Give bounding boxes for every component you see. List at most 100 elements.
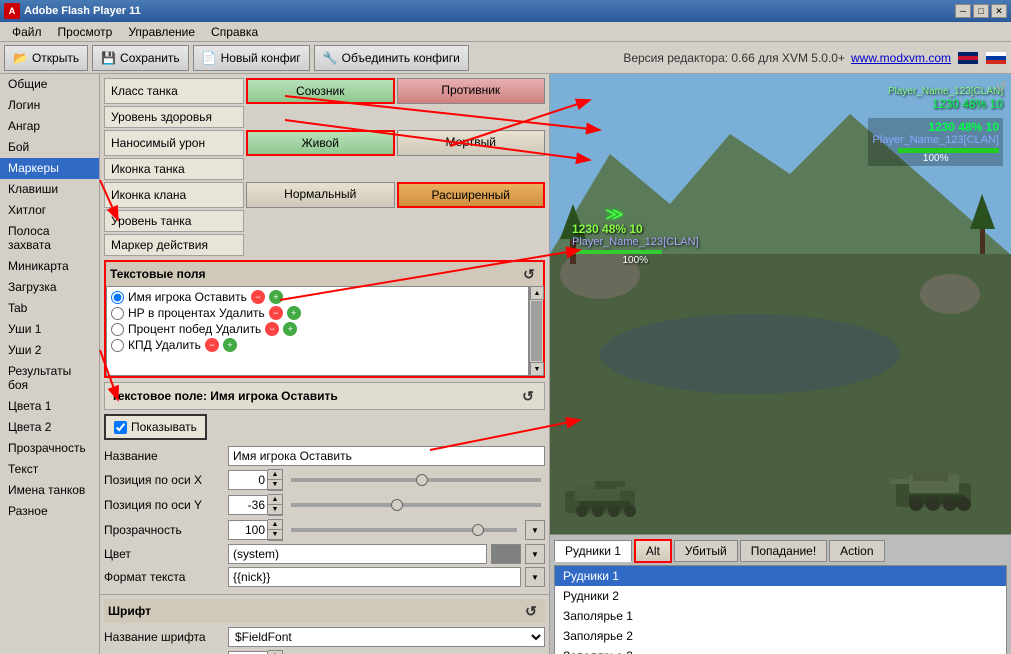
menu-help[interactable]: Справка — [203, 23, 266, 41]
extended-button[interactable]: Расширенный — [397, 182, 546, 208]
textfields-refresh-button[interactable]: ↺ — [519, 264, 539, 284]
sidebar-item-capture[interactable]: Полоса захвата — [0, 221, 99, 256]
opacity-dropdown-btn[interactable]: ▼ — [525, 520, 545, 540]
add-btn-winpct[interactable]: + — [283, 322, 297, 336]
sidebar-item-battle[interactable]: Бой — [0, 137, 99, 158]
menu-control[interactable]: Управление — [120, 23, 203, 41]
tab-hit[interactable]: Попадание! — [740, 540, 827, 562]
remove-btn-playername[interactable]: − — [251, 290, 265, 304]
tab-killed[interactable]: Убитый — [674, 540, 738, 562]
field-input-name[interactable] — [228, 446, 545, 466]
font-refresh-button[interactable]: ↺ — [521, 601, 541, 621]
sidebar-item-transparency[interactable]: Прозрачность — [0, 438, 99, 459]
list-item-rudniki1[interactable]: Рудники 1 — [555, 566, 1006, 586]
textfield-item-playername[interactable]: Имя игрока Оставить − + — [109, 289, 526, 305]
remove-btn-kpd[interactable]: − — [205, 338, 219, 352]
font-name-select[interactable]: $FieldFont — [228, 627, 545, 647]
menu-file[interactable]: Файл — [4, 23, 50, 41]
posy-input[interactable] — [228, 495, 268, 515]
textfield-radio-winpct[interactable] — [111, 323, 124, 336]
sidebar-item-ears2[interactable]: Уши 2 — [0, 340, 99, 361]
font-row-name: Название шрифта $FieldFont — [104, 627, 545, 647]
posy-down[interactable]: ▼ — [268, 505, 282, 515]
sidebar-item-markers[interactable]: Маркеры — [0, 158, 99, 179]
open-button[interactable]: 📂 Открыть — [4, 45, 88, 71]
textfield-radio-playername[interactable] — [111, 291, 124, 304]
color-input[interactable] — [228, 544, 487, 564]
toolbar: 📂 Открыть 💾 Сохранить 📄 Новый конфиг 🔧 О… — [0, 42, 1011, 74]
flag-uk[interactable] — [957, 51, 979, 65]
posx-input[interactable] — [228, 470, 268, 490]
dead-button[interactable]: Мертвый — [397, 130, 546, 156]
sidebar-item-hangar[interactable]: Ангар — [0, 116, 99, 137]
sidebar-item-ears1[interactable]: Уши 1 — [0, 319, 99, 340]
tab-action[interactable]: Action — [829, 540, 884, 562]
remove-btn-hp[interactable]: − — [269, 306, 283, 320]
textfield-radio-kpd[interactable] — [111, 339, 124, 352]
sidebar-item-loading[interactable]: Загрузка — [0, 277, 99, 298]
merge-config-button[interactable]: 🔧 Объединить конфиги — [314, 45, 469, 71]
add-btn-playername[interactable]: + — [269, 290, 283, 304]
field-editor-refresh-button[interactable]: ↺ — [518, 386, 538, 406]
close-button[interactable]: ✕ — [991, 4, 1007, 18]
show-checkbox[interactable] — [114, 421, 127, 434]
sidebar-item-login[interactable]: Логин — [0, 95, 99, 116]
sidebar-item-tank-names[interactable]: Имена танков — [0, 480, 99, 501]
sidebar-item-misc[interactable]: Разное — [0, 501, 99, 522]
action-marker-label: Маркер действия — [104, 234, 244, 256]
posx-slider-thumb[interactable] — [416, 474, 428, 486]
opacity-down[interactable]: ▼ — [268, 530, 282, 540]
color-swatch[interactable] — [491, 544, 521, 564]
sidebar-item-hitlog[interactable]: Хитлог — [0, 200, 99, 221]
enemy-button[interactable]: Противник — [397, 78, 546, 104]
add-btn-hp[interactable]: + — [287, 306, 301, 320]
scroll-up-btn[interactable]: ▲ — [530, 286, 544, 300]
preview-refresh-button[interactable]: ↺ — [995, 78, 1007, 95]
textfield-radio-hp[interactable] — [111, 307, 124, 320]
color-dropdown-btn[interactable]: ▼ — [525, 544, 545, 564]
sidebar-item-battle-results[interactable]: Результаты боя — [0, 361, 99, 396]
posy-spinners: ▲ ▼ — [268, 494, 283, 516]
sidebar-item-tab[interactable]: Tab — [0, 298, 99, 319]
textfield-item-winpct[interactable]: Процент побед Удалить − + — [109, 321, 526, 337]
tab-alt[interactable]: Alt — [634, 539, 672, 563]
sidebar-item-text[interactable]: Текст — [0, 459, 99, 480]
sidebar-item-colors1[interactable]: Цвета 1 — [0, 396, 99, 417]
scroll-down-btn[interactable]: ▼ — [530, 362, 544, 376]
version-url[interactable]: www.modxvm.com — [851, 51, 951, 65]
posx-up[interactable]: ▲ — [268, 470, 282, 480]
tab-rudniki1[interactable]: Рудники 1 — [554, 540, 632, 562]
posx-down[interactable]: ▼ — [268, 480, 282, 490]
list-item-zapol2[interactable]: Заполярье 2 — [555, 626, 1006, 646]
sidebar-item-minimap[interactable]: Миникарта — [0, 256, 99, 277]
sidebar-item-keys[interactable]: Клавиши — [0, 179, 99, 200]
textfield-item-hp[interactable]: НР в процентах Удалить − + — [109, 305, 526, 321]
sidebar-item-common[interactable]: Общие — [0, 74, 99, 95]
list-item-zapol1[interactable]: Заполярье 1 — [555, 606, 1006, 626]
sidebar-item-colors2[interactable]: Цвета 2 — [0, 417, 99, 438]
alive-button[interactable]: Живой — [246, 130, 395, 156]
save-button[interactable]: 💾 Сохранить — [92, 45, 189, 71]
list-item-zapol3[interactable]: Заполярье 3 — [555, 646, 1006, 654]
minimize-button[interactable]: ─ — [955, 4, 971, 18]
remove-btn-winpct[interactable]: − — [265, 322, 279, 336]
font-label-name: Название шрифта — [104, 630, 224, 644]
new-config-button[interactable]: 📄 Новый конфиг — [193, 45, 310, 71]
format-input[interactable] — [228, 567, 521, 587]
flag-ru[interactable] — [985, 51, 1007, 65]
textfields-scrollbar[interactable]: ▲ ▼ — [529, 286, 543, 376]
opacity-input[interactable] — [228, 520, 268, 540]
menu-view[interactable]: Просмотр — [50, 23, 121, 41]
list-item-rudniki2[interactable]: Рудники 2 — [555, 586, 1006, 606]
add-btn-kpd[interactable]: + — [223, 338, 237, 352]
textfield-item-kpd[interactable]: КПД Удалить − + — [109, 337, 526, 353]
opacity-slider-thumb[interactable] — [472, 524, 484, 536]
format-dropdown-btn[interactable]: ▼ — [525, 567, 545, 587]
maximize-button[interactable]: □ — [973, 4, 989, 18]
normal-button[interactable]: Нормальный — [246, 182, 395, 208]
posy-slider-thumb[interactable] — [391, 499, 403, 511]
ally-button[interactable]: Союзник — [246, 78, 395, 104]
posy-up[interactable]: ▲ — [268, 495, 282, 505]
show-checkbox-label: Показывать — [131, 420, 197, 434]
opacity-up[interactable]: ▲ — [268, 520, 282, 530]
